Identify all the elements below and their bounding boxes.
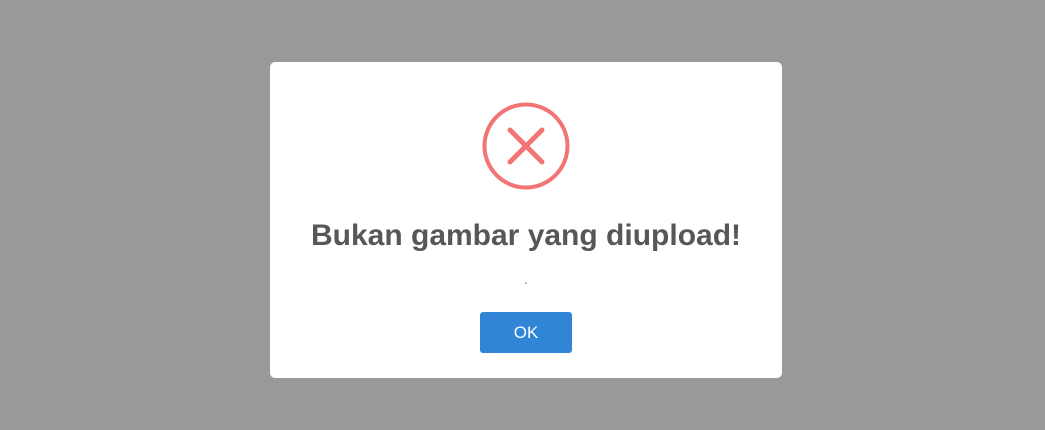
alert-dialog: Bukan gambar yang diupload! . OK xyxy=(270,62,782,378)
error-x-icon xyxy=(482,102,570,190)
dialog-title: Bukan gambar yang diupload! xyxy=(310,219,742,252)
ok-button[interactable]: OK xyxy=(480,312,572,353)
dialog-text: . xyxy=(524,271,528,287)
